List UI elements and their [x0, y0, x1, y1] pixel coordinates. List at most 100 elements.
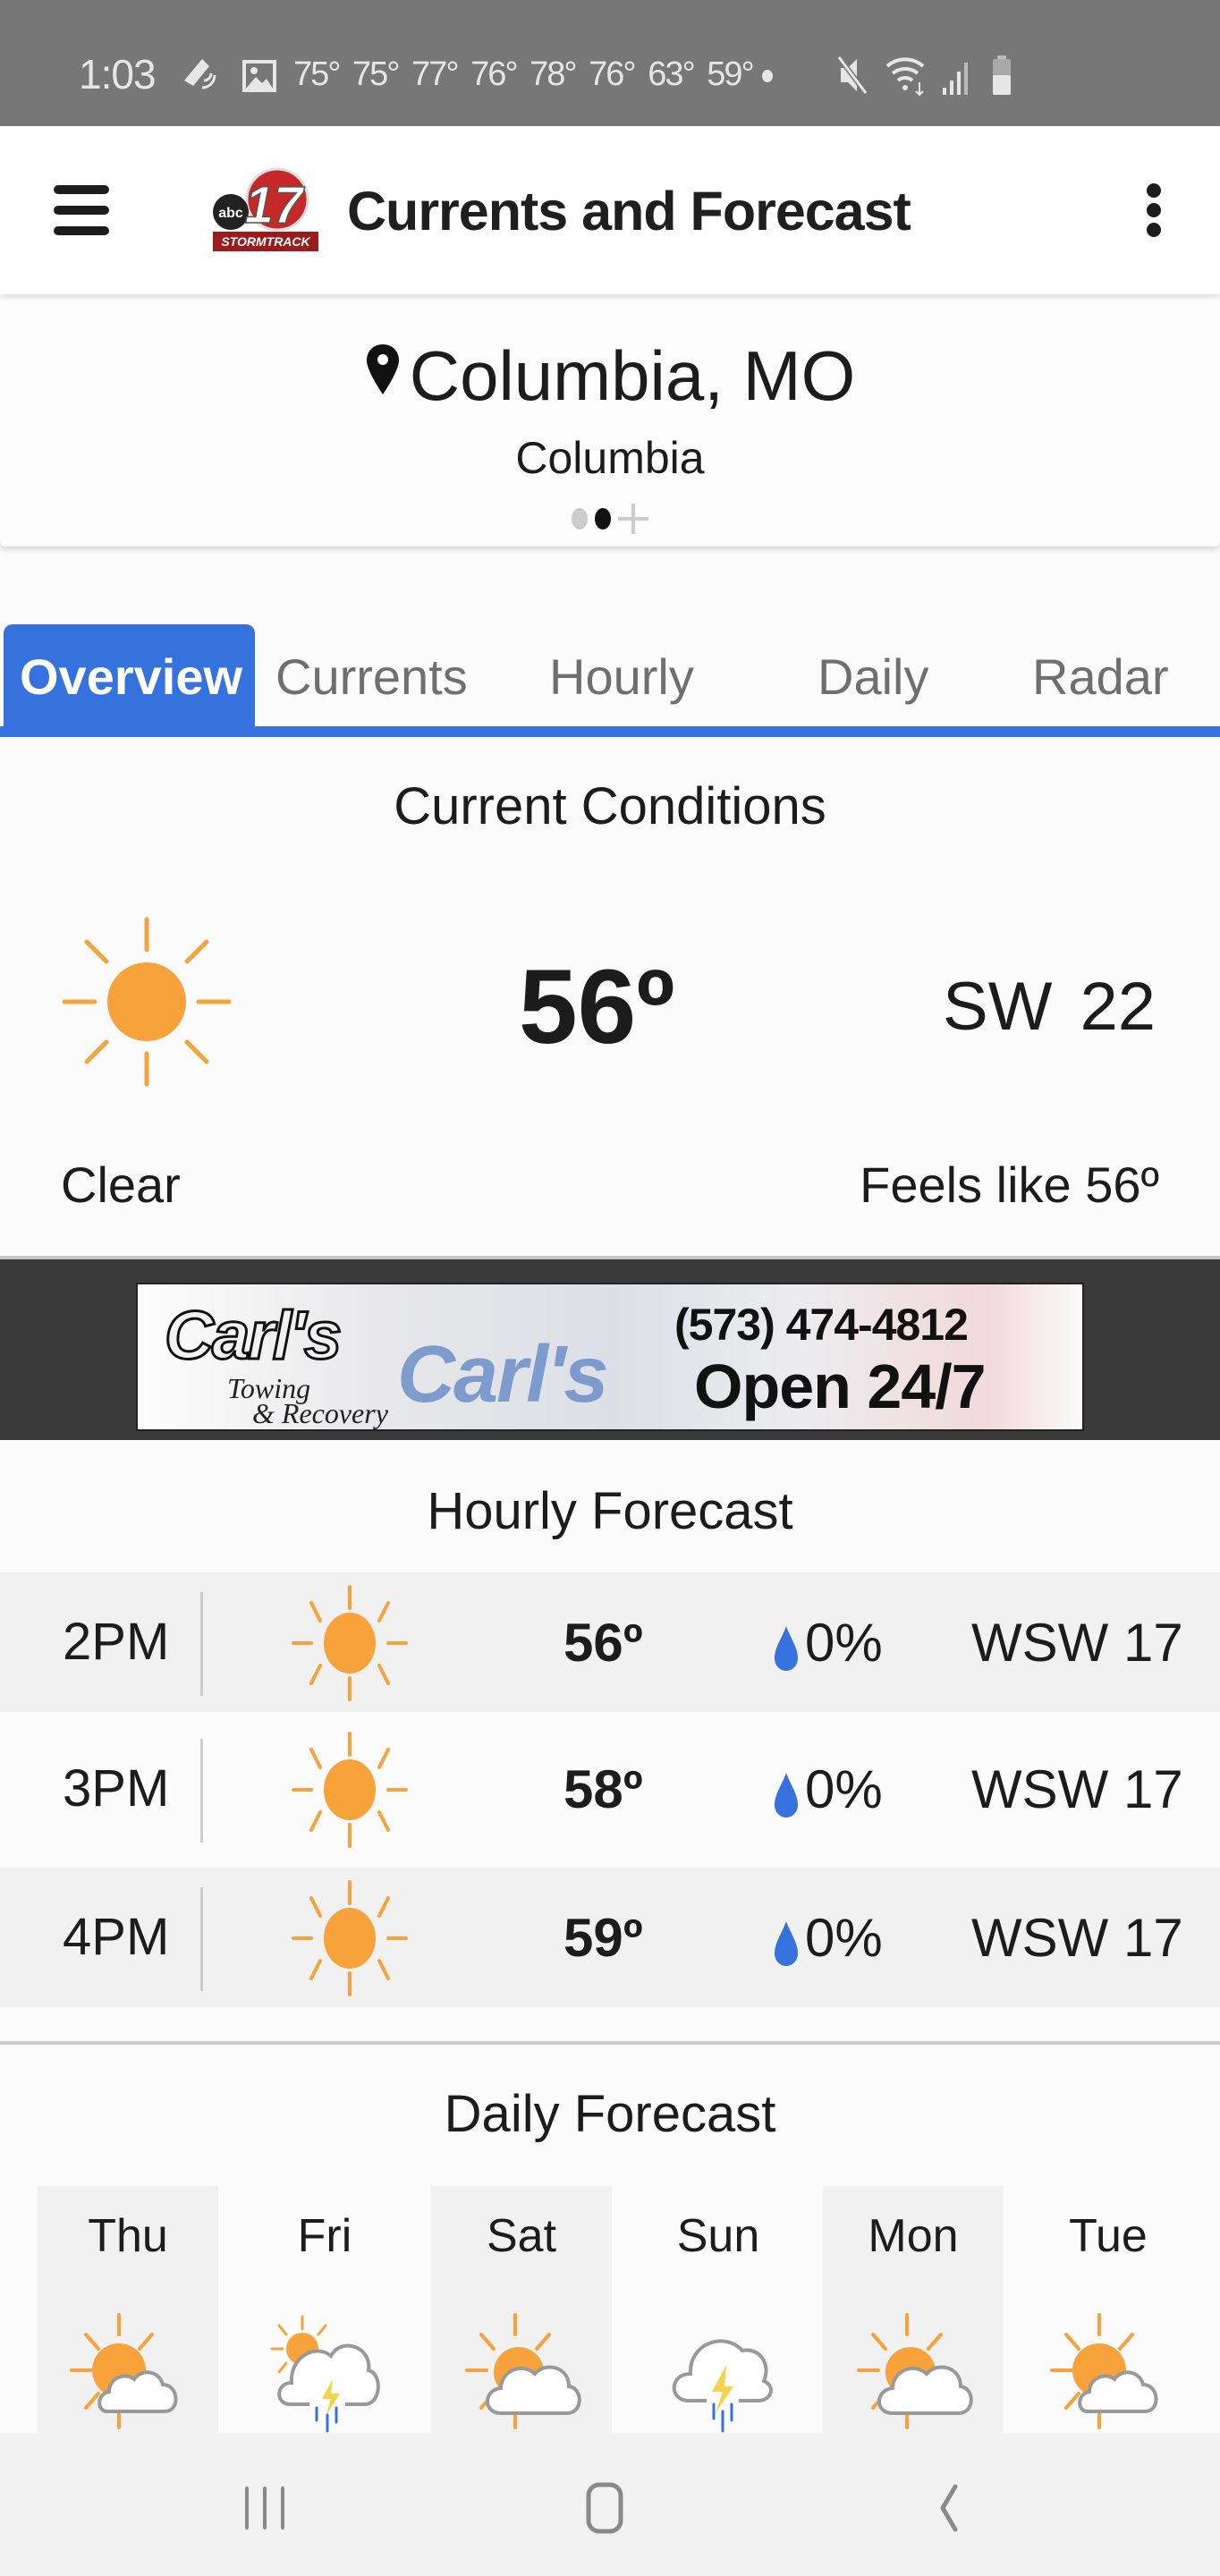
hourly-wind: WSW 17 — [971, 1908, 1183, 1968]
svg-text:17: 17 — [245, 176, 305, 234]
app-title: Currents and Forecast — [347, 181, 911, 242]
gallery-icon — [242, 60, 276, 92]
hourly-precip: 0% — [805, 1759, 883, 1819]
hourly-row[interactable]: 3PM 58º 0% WSW 17 — [0, 1719, 1220, 1859]
sunny-icon — [292, 1585, 408, 1701]
hourly-time: 2PM — [63, 1613, 170, 1671]
divider — [200, 1739, 203, 1843]
daily-column[interactable]: Tue — [1018, 2186, 1199, 2433]
recent-apps-icon[interactable] — [229, 2481, 301, 2535]
home-icon[interactable] — [569, 2481, 640, 2535]
tab-daily[interactable]: Daily — [818, 624, 928, 726]
status-time: 1:03 — [79, 51, 157, 97]
hourly-row[interactable]: 4PM 59º 0% WSW 17 — [0, 1868, 1220, 2007]
status-temp: 63° — [648, 55, 695, 93]
add-location-icon[interactable] — [618, 504, 648, 534]
system-nav-bar — [0, 2433, 1220, 2576]
daily-column[interactable]: Fri — [234, 2186, 415, 2433]
signal-icon — [943, 63, 968, 95]
daily-column[interactable]: Sat — [431, 2186, 612, 2433]
partly-cloudy-icon — [1050, 2313, 1158, 2429]
back-icon[interactable] — [909, 2481, 980, 2535]
divider — [200, 1887, 203, 1991]
sunny-icon — [62, 917, 232, 1087]
day-name: Tue — [1069, 2210, 1148, 2262]
hourly-precip: 0% — [805, 1908, 883, 1968]
current-conditions-title: Current Conditions — [394, 777, 826, 835]
status-temp: 76° — [470, 55, 518, 93]
svg-text:abc: abc — [218, 206, 243, 221]
hamburger-menu-icon[interactable] — [54, 185, 109, 235]
hourly-row[interactable]: 2PM 56º 0% WSW 17 — [0, 1572, 1220, 1712]
current-temperature: 56º — [519, 948, 675, 1066]
wifi-icon — [885, 57, 925, 97]
ad-band: Carl's Carl's Towing & Recovery (573) 47… — [0, 1256, 1220, 1440]
ad-tagline-2: & Recovery — [252, 1397, 388, 1429]
daily-column[interactable]: Mon — [823, 2186, 1004, 2433]
page-dot[interactable] — [572, 508, 588, 530]
mute-icon — [836, 55, 868, 95]
day-name: Sun — [676, 2210, 760, 2262]
current-condition: Clear — [61, 1157, 181, 1213]
tab-bar: Overview Currents Hourly Daily Radar — [0, 624, 1220, 737]
navigation-icon — [184, 59, 216, 89]
hourly-time: 4PM — [63, 1908, 170, 1966]
daily-forecast-title: Daily Forecast — [444, 2085, 776, 2143]
status-temps: 75° 75° 77° 76° 78° 76° 63° 59° — [293, 55, 755, 94]
battery-icon — [993, 55, 1011, 95]
tab-hourly[interactable]: Hourly — [549, 624, 694, 726]
hourly-wind: WSW 17 — [971, 1613, 1183, 1673]
day-name: Thu — [88, 2210, 168, 2262]
status-temp: 76° — [589, 55, 636, 93]
sunny-icon — [292, 1732, 408, 1848]
location-pin-icon — [366, 344, 399, 394]
ad-banner[interactable]: Carl's Carl's Towing & Recovery (573) 47… — [136, 1283, 1084, 1431]
hourly-precip: 0% — [805, 1613, 883, 1673]
hourly-time: 3PM — [63, 1759, 170, 1818]
partly-cloudy-icon — [70, 2313, 178, 2429]
day-name: Mon — [868, 2210, 959, 2262]
hourly-wind: WSW 17 — [971, 1759, 1183, 1819]
dot-icon — [762, 70, 773, 82]
status-temp: 75° — [352, 55, 400, 93]
tab-underline — [0, 726, 1220, 737]
status-temp: 77° — [411, 55, 459, 93]
location-card[interactable]: Columbia, MO Columbia — [0, 300, 1220, 547]
partly-cloudy-icon — [465, 2313, 581, 2429]
section-divider — [0, 2041, 1220, 2045]
location-city-text: Columbia, MO — [409, 336, 856, 415]
ad-hours: Open 24/7 — [694, 1352, 987, 1421]
daily-column[interactable]: Thu — [38, 2186, 218, 2433]
hourly-temp: 58º — [563, 1759, 643, 1819]
hourly-temp: 59º — [563, 1908, 643, 1968]
status-temp: 59° — [707, 55, 754, 93]
app-bar: abc 17 STORMTRACK Currents and Forecast — [0, 126, 1220, 294]
svg-text:STORMTRACK: STORMTRACK — [221, 234, 310, 249]
tab-currents[interactable]: Currents — [275, 624, 468, 726]
sunny-icon — [292, 1880, 408, 1996]
sun-thunderstorm-icon — [270, 2315, 380, 2433]
feels-like: Feels like 56º — [860, 1157, 1159, 1213]
thunderstorm-icon — [672, 2339, 773, 2433]
raindrop-icon — [775, 1626, 798, 1671]
raindrop-icon — [775, 1921, 798, 1966]
raindrop-icon — [775, 1773, 798, 1818]
day-name: Fri — [297, 2210, 352, 2262]
ad-brand-background: Carl's — [397, 1330, 609, 1419]
hourly-forecast-title: Hourly Forecast — [427, 1482, 793, 1540]
ad-brand: Carl's — [163, 1297, 343, 1376]
location-sub: Columbia — [515, 433, 705, 483]
location-name: Columbia, MO — [0, 335, 1220, 417]
ad-phone: (573) 474-4812 — [674, 1300, 969, 1350]
tab-overview[interactable]: Overview — [4, 624, 256, 726]
status-temp: 75° — [293, 55, 341, 93]
station-logo: abc 17 STORMTRACK — [213, 167, 318, 251]
page-indicator — [0, 504, 1220, 534]
page-dot-active[interactable] — [595, 508, 611, 530]
daily-column[interactable]: Sun — [628, 2186, 809, 2433]
partly-cloudy-icon — [857, 2313, 973, 2429]
status-temp: 78° — [530, 55, 577, 93]
tab-radar[interactable]: Radar — [1032, 624, 1169, 726]
more-vertical-icon[interactable] — [1143, 183, 1165, 237]
divider — [200, 1592, 203, 1696]
